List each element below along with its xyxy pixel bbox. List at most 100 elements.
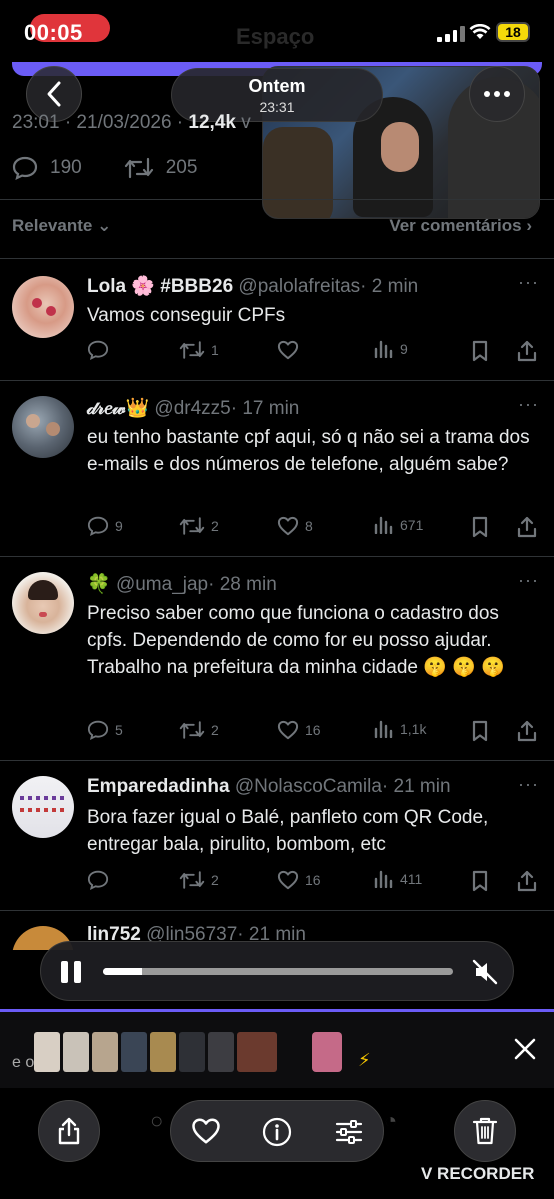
thumbnail-strip[interactable]	[34, 1032, 277, 1072]
see-comments-link[interactable]: Ver comentários ›	[389, 216, 532, 236]
reply-views-button[interactable]: 9	[374, 340, 408, 358]
post-reposts[interactable]: 205	[124, 157, 198, 179]
thumbnail[interactable]	[92, 1032, 118, 1072]
comment-icon	[87, 720, 109, 740]
reply-repost-button[interactable]: 2	[179, 720, 219, 740]
reply-handle[interactable]: @uma_jap	[116, 574, 208, 595]
share-icon	[517, 870, 537, 892]
reply-repost-count: 2	[211, 518, 219, 534]
avatar[interactable]	[12, 396, 74, 458]
reply-item[interactable]: Lola 🌸 #BBB26 @palolafreitas· 2 min ··· …	[0, 258, 554, 380]
reply-item[interactable]: 𝒹𝓇𝑒𝓌👑 @dr4zz5· 17 min ··· eu tenho basta…	[0, 380, 554, 556]
reply-repost-button[interactable]: 2	[179, 870, 219, 890]
repost-icon	[179, 517, 205, 535]
comment-icon	[87, 516, 109, 536]
chevron-left-icon	[47, 81, 61, 107]
export-button[interactable]	[38, 1100, 100, 1162]
reply-item[interactable]: Emparedadinha @NolascoCamila· 21 min ···…	[0, 760, 554, 910]
reply-handle[interactable]: @NolascoCamila	[235, 776, 382, 797]
reply-bookmark-button[interactable]	[471, 516, 489, 538]
recording-actions	[170, 1100, 384, 1162]
reply-comment-button[interactable]: 9	[87, 516, 123, 536]
bottom-bar: ○ ◔ V RECORDER	[0, 1088, 554, 1199]
reply-more-icon[interactable]: ···	[518, 570, 539, 591]
wifi-icon	[469, 23, 491, 45]
reply-share-button[interactable]	[517, 870, 537, 892]
reply-author-name[interactable]: Lola 🌸 #BBB26	[87, 276, 233, 297]
reply-share-button[interactable]	[517, 340, 537, 362]
avatar[interactable]	[12, 572, 74, 634]
thumbnail[interactable]	[150, 1032, 176, 1072]
reply-header: 𝒹𝓇𝑒𝓌👑 @dr4zz5· 17 min	[87, 396, 299, 420]
reply-author-name[interactable]: Emparedadinha	[87, 776, 230, 797]
see-comments-label: Ver comentários	[389, 216, 522, 235]
reply-like-button[interactable]	[277, 340, 305, 360]
chevron-down-icon: ⌄	[97, 216, 112, 235]
reply-like-button[interactable]: 16	[277, 720, 321, 740]
reply-views-count: 9	[400, 341, 408, 357]
close-icon	[514, 1038, 536, 1060]
reply-comment-button[interactable]	[87, 870, 115, 890]
strip-label: e o	[12, 1054, 35, 1071]
reply-handle[interactable]: @palolafreitas	[238, 276, 360, 297]
more-options-button[interactable]	[469, 66, 525, 122]
adjust-button[interactable]	[334, 1117, 364, 1152]
reply-repost-button[interactable]: 1	[179, 340, 219, 360]
share-icon	[517, 720, 537, 742]
reply-bookmark-button[interactable]	[471, 340, 489, 362]
post-replies-count: 190	[50, 157, 82, 178]
avatar[interactable]	[12, 276, 74, 338]
reply-views-button[interactable]: 671	[374, 516, 423, 534]
thumbnail[interactable]	[237, 1032, 277, 1072]
thumbnail[interactable]	[208, 1032, 234, 1072]
reply-header: 🍀 @uma_jap· 28 min	[87, 572, 277, 596]
reply-handle[interactable]: @dr4zz5	[154, 398, 230, 419]
reply-share-button[interactable]	[517, 516, 537, 538]
reply-item[interactable]: 🍀 @uma_jap· 28 min ··· Preciso saber com…	[0, 556, 554, 760]
battery-indicator: 18	[496, 22, 530, 42]
heart-icon	[192, 1118, 220, 1144]
reply-views-button[interactable]: 1,1k	[374, 720, 426, 738]
mute-button[interactable]	[471, 958, 499, 991]
reply-repost-count: 2	[211, 872, 219, 888]
reply-repost-count: 2	[211, 722, 219, 738]
reply-like-button[interactable]: 16	[277, 870, 321, 890]
info-button[interactable]	[262, 1117, 292, 1152]
thumbnail[interactable]	[179, 1032, 205, 1072]
reply-views-button[interactable]: 411	[374, 870, 422, 888]
reply-author-name[interactable]: 🍀	[87, 574, 111, 595]
post-datetime: 23:01 · 21/03/2026 ·	[12, 112, 189, 133]
bolt-icon: ⚡	[358, 1050, 371, 1070]
reply-actions: 9 2 8 671	[87, 516, 542, 540]
thumbnail[interactable]	[121, 1032, 147, 1072]
reply-more-icon[interactable]: ···	[518, 774, 539, 795]
post-reposts-count: 205	[165, 157, 198, 178]
pause-button[interactable]	[61, 961, 83, 983]
reply-bookmark-button[interactable]	[471, 870, 489, 892]
reply-views-count: 671	[400, 517, 424, 533]
video-figure	[381, 122, 419, 172]
thumbnail[interactable]	[63, 1032, 89, 1072]
reply-views-count: 411	[400, 871, 423, 887]
delete-button[interactable]	[454, 1100, 516, 1162]
sort-dropdown[interactable]: Relevante ⌄	[12, 216, 111, 235]
post-replies[interactable]: 190	[12, 156, 82, 180]
post-views: 12,4k	[188, 112, 236, 133]
reply-comment-button[interactable]: 5	[87, 720, 123, 740]
repost-icon	[179, 721, 205, 739]
close-button[interactable]	[514, 1038, 536, 1065]
favorite-button[interactable]	[191, 1117, 221, 1150]
thumbnail[interactable]	[312, 1032, 342, 1072]
avatar[interactable]	[12, 776, 74, 838]
reply-more-icon[interactable]: ···	[518, 272, 539, 293]
bookmark-icon	[472, 870, 488, 892]
thumbnail[interactable]	[34, 1032, 60, 1072]
reply-repost-button[interactable]: 2	[179, 516, 219, 536]
reply-more-icon[interactable]: ···	[518, 394, 539, 415]
reply-comment-button[interactable]	[87, 340, 115, 360]
reply-author-name[interactable]: 𝒹𝓇𝑒𝓌👑	[87, 398, 149, 419]
reply-like-button[interactable]: 8	[277, 516, 313, 536]
reply-bookmark-button[interactable]	[471, 720, 489, 742]
playback-progress[interactable]	[103, 968, 453, 975]
reply-share-button[interactable]	[517, 720, 537, 742]
